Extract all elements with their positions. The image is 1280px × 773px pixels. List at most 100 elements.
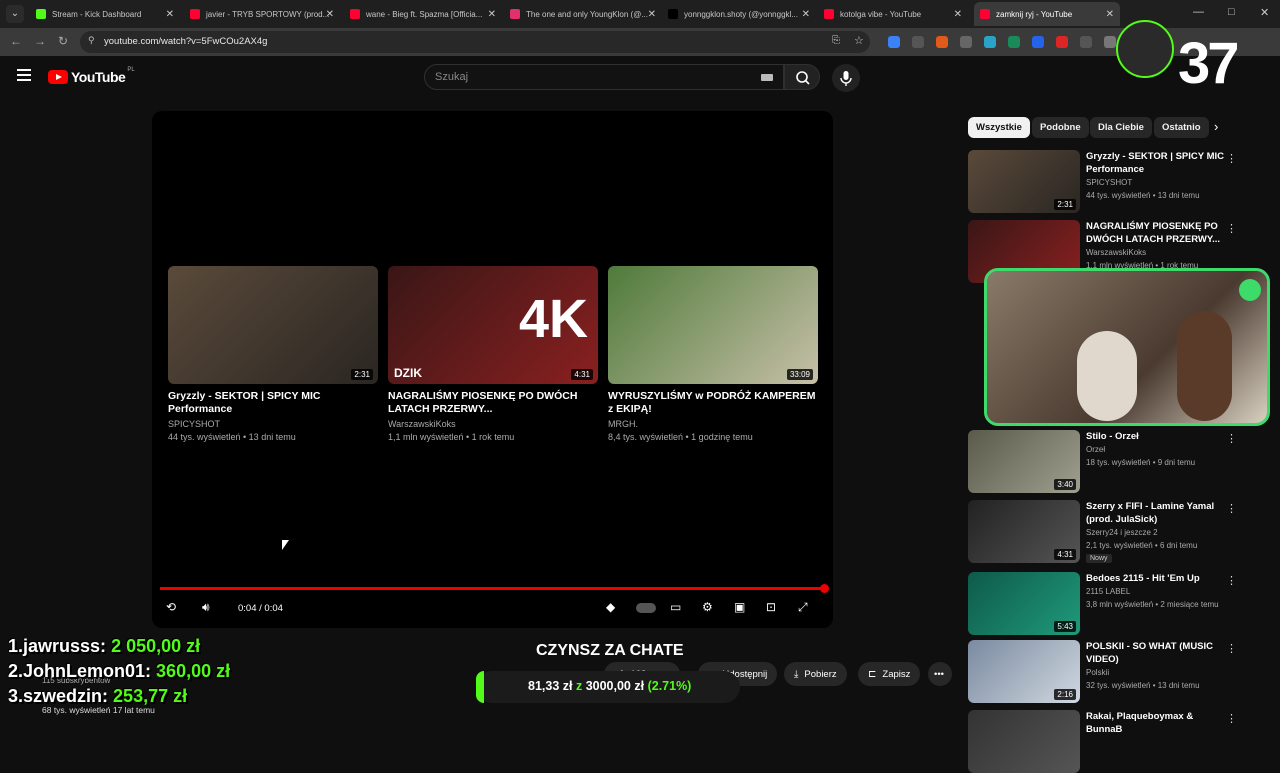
extension-icon[interactable]: [960, 36, 972, 48]
video-thumbnail[interactable]: 5:43: [968, 572, 1080, 635]
extension-icon[interactable]: [1032, 36, 1044, 48]
replay-icon[interactable]: ⟲: [166, 600, 176, 614]
forward-icon[interactable]: →: [34, 34, 46, 48]
channel-name[interactable]: Orzeł: [1086, 445, 1105, 454]
voice-search-button[interactable]: [832, 64, 860, 92]
channel-name[interactable]: Polskii: [1086, 668, 1109, 677]
tab-close-icon[interactable]: ✕: [648, 9, 656, 20]
cast-icon[interactable]: ⊡: [766, 600, 776, 614]
video-title[interactable]: Gryzzly - SEKTOR | SPICY MIC Performance: [168, 390, 378, 416]
channel-name[interactable]: SPICYSHOT: [168, 419, 378, 429]
more-options-icon[interactable]: ⋮: [1226, 574, 1237, 587]
endscreen-video-card[interactable]: 33:09 WYRUSZYLIŚMY w PODRÓŻ KAMPEREM z EK…: [608, 266, 818, 442]
tab-close-icon[interactable]: ✕: [802, 9, 810, 20]
tab-close-icon[interactable]: ✕: [954, 9, 962, 20]
more-options-icon[interactable]: ⋮: [1226, 432, 1237, 445]
subtitles-icon[interactable]: ▭: [670, 600, 681, 614]
volume-icon[interactable]: 🔊︎: [202, 600, 210, 615]
video-title[interactable]: Bedoes 2115 - Hit 'Em Up: [1086, 572, 1226, 585]
install-icon[interactable]: ⎘: [832, 35, 840, 46]
progress-scrubber[interactable]: [820, 584, 829, 593]
extension-icon[interactable]: [1056, 36, 1068, 48]
channel-name[interactable]: MRGH.: [608, 419, 818, 429]
more-actions-button[interactable]: •••: [928, 662, 952, 686]
video-thumbnail[interactable]: 33:09: [608, 266, 818, 384]
video-title[interactable]: Szerry x FIFI - Lamine Yamal (prod. Jula…: [1086, 500, 1226, 526]
video-thumbnail[interactable]: 4:31: [968, 500, 1080, 563]
tab-close-icon[interactable]: ✕: [166, 9, 174, 20]
channel-name[interactable]: WarszawskiKoks: [1086, 248, 1146, 257]
video-title[interactable]: WYRUSZYLIŚMY w PODRÓŻ KAMPEREM z EKIPĄ!: [608, 390, 818, 416]
more-options-icon[interactable]: ⋮: [1226, 152, 1237, 165]
tab-close-icon[interactable]: ✕: [326, 9, 334, 20]
endscreen-video-card[interactable]: 4K DZIK 4:31 NAGRALIŚMY PIOSENKĘ PO DWÓCH L…: [388, 266, 598, 442]
browser-tab[interactable]: javier - TRYB SPORTOWY (prod... ✕: [184, 2, 340, 26]
video-thumbnail[interactable]: 2:16: [968, 640, 1080, 703]
filter-chip[interactable]: Podobne: [1032, 117, 1089, 138]
keyboard-icon[interactable]: [761, 74, 773, 81]
video-title[interactable]: Rakai, Plaqueboymax & BunnaB: [1086, 710, 1226, 736]
omnibox[interactable]: ⚲ youtube.com/watch?v=5FwCOu2AX4g ⎘ ☆: [80, 31, 870, 53]
back-icon[interactable]: ←: [10, 34, 22, 48]
filter-chip[interactable]: Wszystkie: [968, 117, 1030, 138]
menu-icon[interactable]: [17, 69, 31, 81]
tab-favicon-icon: [350, 9, 360, 19]
sponsorblock-icon[interactable]: ◆: [606, 600, 615, 614]
close-window-icon[interactable]: ✕: [1260, 6, 1269, 19]
search-button[interactable]: [784, 64, 820, 90]
settings-icon[interactable]: ⚙: [702, 600, 713, 614]
site-info-icon[interactable]: ⚲: [88, 35, 95, 46]
tab-search-button[interactable]: ⌄: [6, 5, 24, 23]
tab-close-icon[interactable]: ✕: [488, 9, 496, 20]
video-thumbnail[interactable]: 3:40: [968, 430, 1080, 493]
autoplay-toggle[interactable]: [636, 603, 656, 613]
channel-name[interactable]: 2115 LABEL: [1086, 587, 1130, 596]
youtube-logo[interactable]: YouTube PL: [48, 67, 135, 85]
video-title[interactable]: Gryzzly - SEKTOR | SPICY MIC Performance: [1086, 150, 1226, 176]
bookmark-star-icon[interactable]: ☆: [854, 34, 864, 47]
fullscreen-icon[interactable]: ⤢: [798, 600, 808, 615]
minimize-icon[interactable]: —: [1193, 6, 1204, 18]
video-title[interactable]: NAGRALIŚMY PIOSENKĘ PO DWÓCH LATACH PRZE…: [388, 390, 598, 416]
extension-icon[interactable]: [1080, 36, 1092, 48]
channel-name[interactable]: WarszawskiKoks: [388, 419, 598, 429]
browser-tab[interactable]: Stream - Kick Dashboard ✕: [30, 2, 180, 26]
video-title[interactable]: NAGRALIŚMY PIOSENKĘ PO DWÓCH LATACH PRZE…: [1086, 220, 1226, 246]
extension-icon[interactable]: [1008, 36, 1020, 48]
more-options-icon[interactable]: ⋮: [1226, 502, 1237, 515]
save-button[interactable]: ⊏ Zapisz: [858, 662, 921, 686]
browser-tab[interactable]: zamknij ryj - YouTube ✕: [974, 2, 1120, 26]
more-options-icon[interactable]: ⋮: [1226, 222, 1237, 235]
extension-icon[interactable]: [1104, 36, 1116, 48]
extension-icon[interactable]: [912, 36, 924, 48]
maximize-icon[interactable]: □: [1228, 6, 1235, 18]
channel-name[interactable]: Szerry24 i jeszcze 2: [1086, 528, 1158, 537]
progress-bar[interactable]: [160, 587, 825, 590]
video-thumbnail[interactable]: 2:31: [968, 150, 1080, 213]
more-options-icon[interactable]: ⋮: [1226, 642, 1237, 655]
browser-tab[interactable]: wane - Bieg ft. Spazma [Officia... ✕: [344, 2, 502, 26]
video-title[interactable]: Stilo - Orzeł: [1086, 430, 1226, 443]
channel-name[interactable]: SPICYSHOT: [1086, 178, 1132, 187]
endscreen-video-card[interactable]: 2:31 Gryzzly - SEKTOR | SPICY MIC Perform…: [168, 266, 378, 442]
extension-icon[interactable]: [888, 36, 900, 48]
browser-tab[interactable]: The one and only YoungKlon (@... ✕: [504, 2, 662, 26]
browser-tab[interactable]: kotolga vibe - YouTube ✕: [818, 2, 968, 26]
tab-close-icon[interactable]: ✕: [1106, 9, 1114, 20]
extension-icon[interactable]: [984, 36, 996, 48]
extension-icon[interactable]: [936, 36, 948, 48]
video-player[interactable]: 2:31 Gryzzly - SEKTOR | SPICY MIC Perform…: [152, 111, 833, 628]
browser-tab[interactable]: yonnggklon.shoty (@yonnggkl... ✕: [662, 2, 816, 26]
reload-icon[interactable]: ↻: [58, 34, 68, 48]
video-title[interactable]: POLSKII - SO WHAT (MUSIC VIDEO): [1086, 640, 1226, 666]
video-thumbnail[interactable]: [968, 710, 1080, 773]
download-button[interactable]: ⤓ Pobierz: [784, 662, 847, 686]
miniplayer-icon[interactable]: ▣: [734, 600, 745, 614]
more-options-icon[interactable]: ⋮: [1226, 712, 1237, 725]
chevron-right-icon[interactable]: ›: [1214, 119, 1218, 134]
video-thumbnail[interactable]: 4K DZIK 4:31: [388, 266, 598, 384]
filter-chip[interactable]: Ostatnio: [1154, 117, 1209, 138]
search-input[interactable]: Szukaj: [424, 64, 784, 90]
video-thumbnail[interactable]: 2:31: [168, 266, 378, 384]
filter-chip[interactable]: Dla Ciebie: [1090, 117, 1152, 138]
